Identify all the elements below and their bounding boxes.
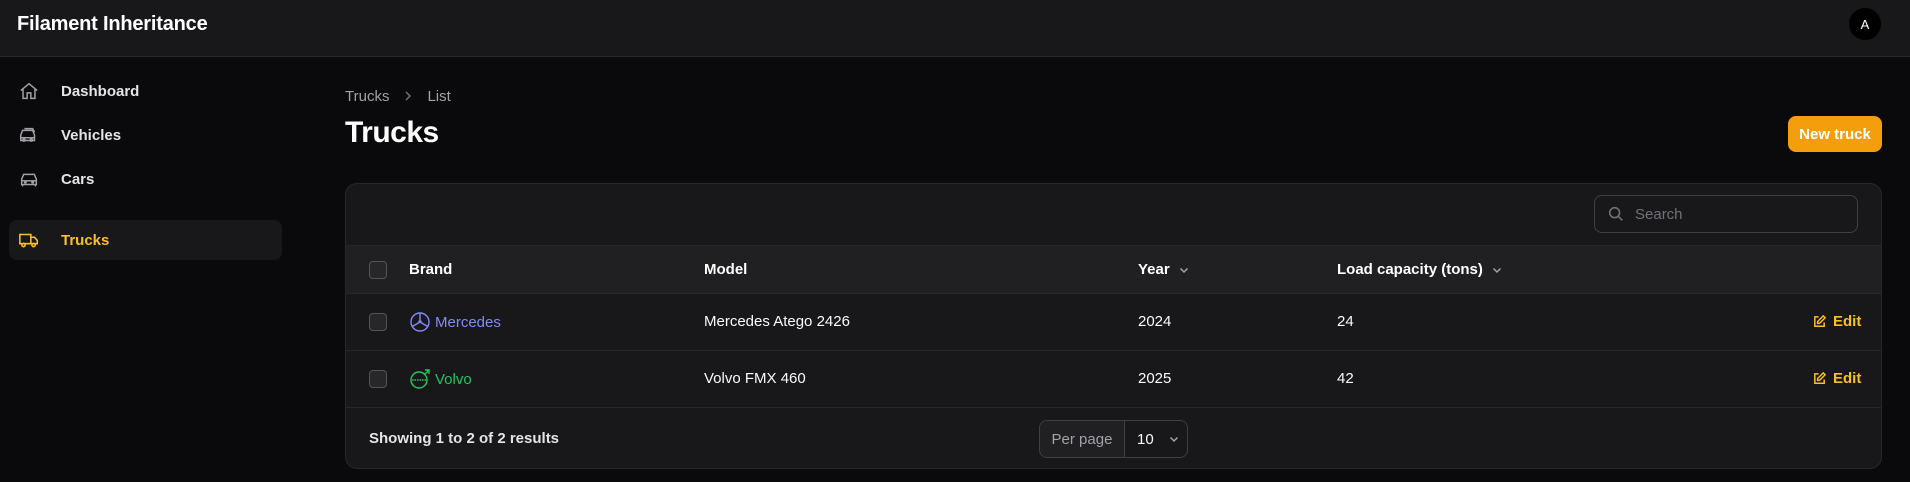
column-label: Load capacity (tons) (1337, 261, 1483, 278)
brand-cell: Volvo (409, 368, 472, 390)
sidebar-item-label: Vehicles (61, 126, 122, 144)
row-checkbox[interactable] (369, 370, 387, 388)
edit-label: Edit (1833, 313, 1862, 330)
brand-cell: Mercedes (409, 311, 501, 333)
page-title: Trucks (345, 116, 439, 149)
sidebar-item-label: Dashboard (61, 82, 140, 100)
year-cell: 2025 (1138, 370, 1172, 387)
table-header: Brand Model Year Load capacity (tons) (346, 245, 1881, 294)
breadcrumb-item-list: List (427, 88, 451, 105)
column-header-load-capacity[interactable]: Load capacity (tons) (1337, 261, 1503, 278)
home-icon (17, 80, 43, 102)
edit-label: Edit (1833, 370, 1862, 387)
table-row[interactable]: Mercedes Mercedes Atego 2426 2024 24 Edi… (346, 294, 1881, 351)
load-capacity-cell: 24 (1337, 313, 1354, 330)
chevron-down-icon (1492, 267, 1501, 273)
chevron-down-icon (1169, 436, 1178, 443)
trucks-table-card: Brand Model Year Load capacity (tons) Me… (345, 183, 1882, 469)
per-page-label: Per page (1040, 421, 1125, 457)
sidebar-item-cars[interactable]: Cars (9, 159, 282, 199)
edit-button[interactable]: Edit (1812, 313, 1861, 330)
table-footer: Showing 1 to 2 of 2 results Per page 10 (346, 408, 1881, 468)
per-page-value: 10 (1137, 430, 1154, 448)
chevron-right-icon (403, 89, 413, 105)
truck-icon (17, 229, 43, 251)
car-icon (17, 168, 43, 190)
vehicles-icon (17, 124, 43, 146)
sidebar: Dashboard Vehicles Cars Trucks (0, 58, 290, 482)
edit-icon (1814, 371, 1827, 384)
per-page-select[interactable]: 10 (1125, 421, 1187, 457)
brand-link[interactable]: Mercedes (435, 314, 501, 331)
search-input[interactable] (1635, 205, 1835, 223)
row-checkbox[interactable] (369, 313, 387, 331)
chevron-down-icon (1179, 267, 1188, 273)
edit-icon (1814, 314, 1827, 327)
column-header-brand: Brand (409, 261, 452, 278)
column-header-year[interactable]: Year (1138, 261, 1190, 278)
mercedes-star-icon (410, 312, 430, 332)
column-label: Year (1138, 261, 1170, 278)
sidebar-item-trucks[interactable]: Trucks (9, 220, 282, 260)
column-label: Model (704, 261, 748, 278)
sidebar-item-dashboard[interactable]: Dashboard (9, 71, 282, 111)
results-summary: Showing 1 to 2 of 2 results (369, 430, 560, 447)
app-title[interactable]: Filament Inheritance (17, 13, 208, 36)
new-truck-button[interactable]: New truck (1788, 116, 1882, 152)
column-header-model: Model (704, 261, 747, 278)
brand-link[interactable]: Volvo (435, 371, 472, 388)
top-bar: Filament Inheritance A (0, 0, 1910, 57)
breadcrumb-item-trucks[interactable]: Trucks (345, 88, 389, 105)
select-all-checkbox[interactable] (369, 261, 387, 279)
search-field[interactable] (1594, 195, 1858, 233)
search-icon (1608, 206, 1623, 221)
model-cell: Volvo FMX 460 (704, 370, 806, 387)
sidebar-item-vehicles[interactable]: Vehicles (9, 115, 282, 155)
sidebar-item-label: Trucks (61, 231, 110, 249)
load-capacity-cell: 42 (1337, 370, 1354, 387)
volvo-logo-icon (410, 369, 430, 389)
column-label: Brand (409, 261, 453, 278)
model-cell: Mercedes Atego 2426 (704, 313, 850, 330)
year-cell: 2024 (1138, 313, 1172, 330)
edit-button[interactable]: Edit (1812, 370, 1861, 387)
sidebar-item-label: Cars (61, 170, 95, 188)
table-row[interactable]: Volvo Volvo FMX 460 2025 42 Edit (346, 351, 1881, 408)
per-page-control: Per page 10 (1039, 420, 1188, 458)
breadcrumb: Trucks List (345, 88, 451, 105)
user-avatar[interactable]: A (1849, 8, 1881, 40)
